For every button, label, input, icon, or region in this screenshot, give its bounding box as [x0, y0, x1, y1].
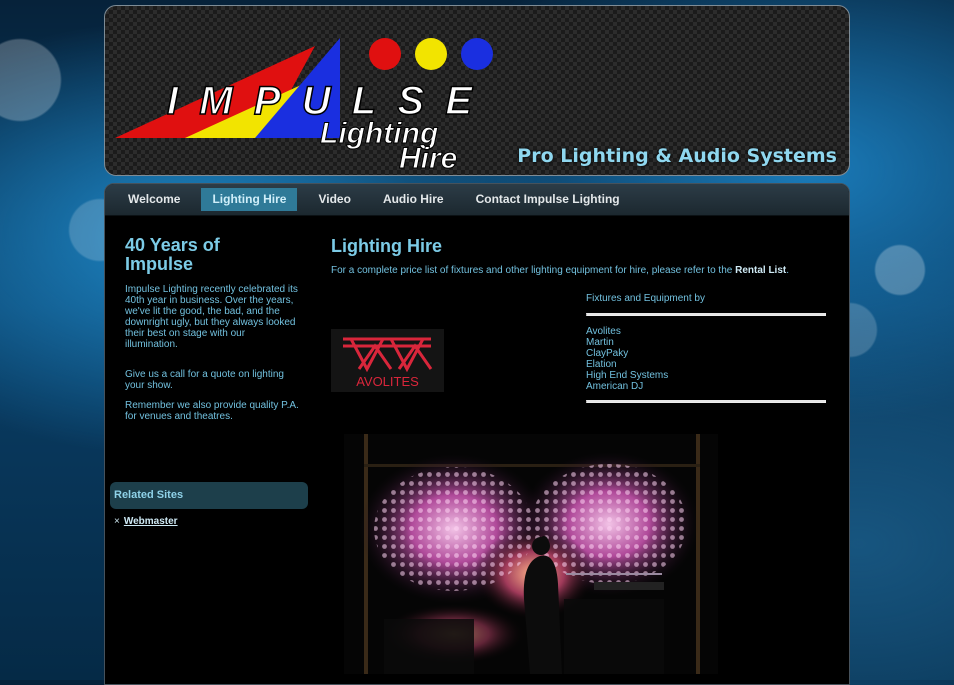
webmaster-link[interactable]: Webmaster — [124, 516, 178, 527]
impulse-logo[interactable]: IMPULSE Lighting Hire — [115, 36, 495, 176]
sidebar-paragraph: Give us a call for a quote on lighting y… — [125, 369, 284, 391]
stage-photo — [344, 434, 718, 674]
list-item: American DJ — [586, 381, 644, 392]
related-link-item: × Webmaster — [114, 516, 178, 527]
sidebar-paragraph: Remember we also provide quality P.A. fo… — [125, 400, 299, 422]
fixtures-panel: Fixtures and Equipment by Avolites Marti… — [586, 293, 826, 403]
main-panel: Welcome Lighting Hire Video Audio Hire C… — [104, 183, 850, 685]
nav-audio-hire[interactable]: Audio Hire — [372, 188, 455, 211]
main-nav: Welcome Lighting Hire Video Audio Hire C… — [105, 184, 849, 216]
related-sites-heading: Related Sites — [110, 482, 308, 509]
nav-contact[interactable]: Contact Impulse Lighting — [465, 188, 631, 211]
page-title: Lighting Hire — [331, 236, 442, 256]
sidebar-paragraph: Impulse Lighting recently celebrated its… — [125, 284, 298, 350]
nav-welcome[interactable]: Welcome — [117, 188, 191, 211]
list-item: Martin — [586, 337, 614, 348]
list-item: High End Systems — [586, 370, 669, 381]
content: Lighting Hire For a complete price list … — [331, 216, 841, 684]
list-item: ClayPaky — [586, 348, 629, 359]
bullet-icon: × — [114, 516, 120, 527]
avolites-logo: AVOLITES — [331, 329, 444, 392]
fixtures-list: Avolites Martin ClayPaky Elation High En… — [586, 316, 826, 400]
site-header: IMPULSE Lighting Hire Pro Lighting & Aud… — [104, 5, 850, 176]
tagline: Pro Lighting & Audio Systems — [517, 145, 837, 167]
divider — [586, 400, 826, 403]
sidebar-title: 40 Years of Impulse — [125, 235, 220, 274]
fixtures-heading: Fixtures and Equipment by — [586, 293, 705, 304]
avolites-logo-text: AVOLITES — [356, 374, 419, 389]
list-item: Avolites — [586, 326, 621, 337]
svg-text:Hire: Hire — [399, 142, 457, 175]
list-item: Elation — [586, 359, 617, 370]
nav-lighting-hire[interactable]: Lighting Hire — [201, 188, 298, 211]
rental-list-link[interactable]: Rental List — [735, 265, 786, 276]
nav-video[interactable]: Video — [307, 188, 361, 211]
intro-text: For a complete price list of fixtures an… — [331, 265, 790, 276]
